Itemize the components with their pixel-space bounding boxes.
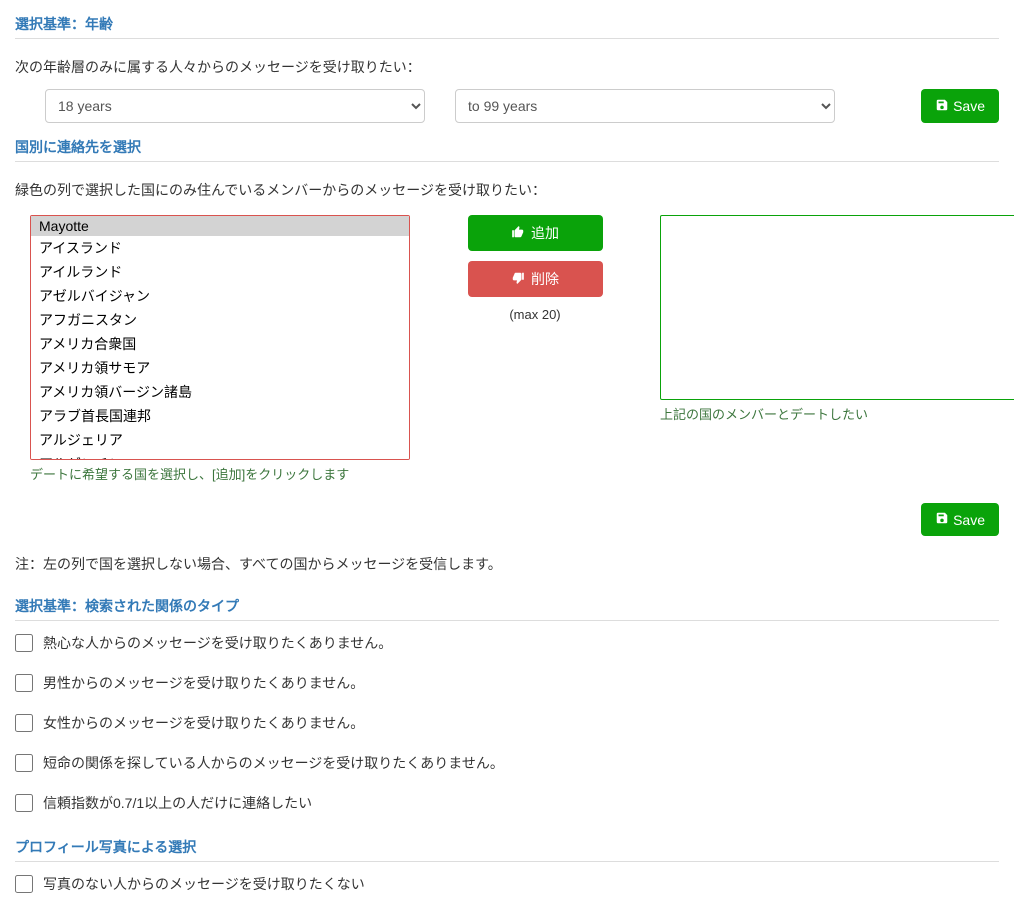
checkbox-photo[interactable] [15,875,33,893]
thumbs-down-icon [511,271,525,288]
checkbox-relation-label: 男性からのメッセージを受け取りたくありません。 [43,673,364,693]
checkbox-relation-label: 女性からのメッセージを受け取りたくありません。 [43,713,364,733]
checkbox-relation-3[interactable] [15,754,33,772]
country-option[interactable]: アルゼンチン [31,452,409,460]
country-note: 注：左の列で国を選択しない場合、すべての国からメッセージを受信します。 [15,554,999,574]
checkbox-relation-label: 熱心な人からのメッセージを受け取りたくありません。 [43,633,392,653]
save-country-label: Save [953,512,985,528]
section-title-photo: プロフィール写真による選択 [15,833,999,862]
checkbox-row-relation: 男性からのメッセージを受け取りたくありません。 [15,673,999,693]
checkbox-relation-0[interactable] [15,634,33,652]
remove-button[interactable]: 削除 [468,261,603,297]
checkbox-relation-4[interactable] [15,794,33,812]
age-description: 次の年齢層のみに属する人々からのメッセージを受け取りたい： [15,57,999,77]
country-right-col: 上記の国のメンバーとデートしたい [660,215,1014,483]
country-option[interactable]: アルジェリア [31,428,409,452]
country-option[interactable]: アイルランド [31,260,409,284]
country-option[interactable]: アイスランド [31,236,409,260]
checkbox-photo-label: 写真のない人からのメッセージを受け取りたくない [43,874,365,894]
add-button[interactable]: 追加 [468,215,603,251]
country-option[interactable]: アメリカ領サモア [31,356,409,380]
checkbox-row-relation: 熱心な人からのメッセージを受け取りたくありません。 [15,633,999,653]
checkbox-row-relation: 短命の関係を探している人からのメッセージを受け取りたくありません。 [15,753,999,773]
add-label: 追加 [531,223,559,243]
max-label: (max 20) [509,307,560,322]
thumbs-up-icon [511,225,525,242]
checkbox-row-photo: 写真のない人からのメッセージを受け取りたくない [15,874,999,894]
country-option[interactable]: アラブ首長国連邦 [31,404,409,428]
country-right-helper: 上記の国のメンバーとデートしたい [660,404,1014,423]
age-row: 18 years to 99 years Save [15,89,999,123]
section-title-country: 国別に連絡先を選択 [15,133,999,162]
country-option[interactable]: アメリカ合衆国 [31,332,409,356]
country-mid-col: 追加 削除 (max 20) [440,215,630,483]
country-option[interactable]: アゼルバイジャン [31,284,409,308]
checkbox-relation-2[interactable] [15,714,33,732]
selected-country-box[interactable] [660,215,1014,400]
country-columns: Mayotteアイスランドアイルランドアゼルバイジャンアフガニスタンアメリカ合衆… [15,215,999,483]
checkbox-relation-1[interactable] [15,674,33,692]
age-to-select[interactable]: to 99 years [455,89,835,123]
save-icon [935,511,949,528]
country-save-row: Save [15,503,999,536]
checkbox-relation-label: 短命の関係を探している人からのメッセージを受け取りたくありません。 [43,753,504,773]
country-option[interactable]: Mayotte [31,216,409,236]
save-icon [935,98,949,115]
section-title-relation: 選択基準：検索された関係のタイプ [15,592,999,621]
checkbox-relation-label: 信頼指数が0.7/1以上の人だけに連絡したい [43,793,312,813]
country-option[interactable]: アフガニスタン [31,308,409,332]
checkbox-row-relation: 女性からのメッセージを受け取りたくありません。 [15,713,999,733]
save-country-button[interactable]: Save [921,503,999,536]
country-left-col: Mayotteアイスランドアイルランドアゼルバイジャンアフガニスタンアメリカ合衆… [30,215,410,483]
save-age-label: Save [953,98,985,114]
section-title-age: 選択基準：年齢 [15,10,999,39]
age-from-select[interactable]: 18 years [45,89,425,123]
checkbox-row-relation: 信頼指数が0.7/1以上の人だけに連絡したい [15,793,999,813]
save-age-button[interactable]: Save [921,89,999,123]
remove-label: 削除 [531,269,559,289]
country-description: 緑色の列で選択した国にのみ住んでいるメンバーからのメッセージを受け取りたい： [15,180,999,200]
country-option[interactable]: アメリカ領バージン諸島 [31,380,409,404]
country-left-helper: デートに希望する国を選択し、[追加]をクリックします [30,464,410,483]
country-listbox[interactable]: Mayotteアイスランドアイルランドアゼルバイジャンアフガニスタンアメリカ合衆… [30,215,410,460]
